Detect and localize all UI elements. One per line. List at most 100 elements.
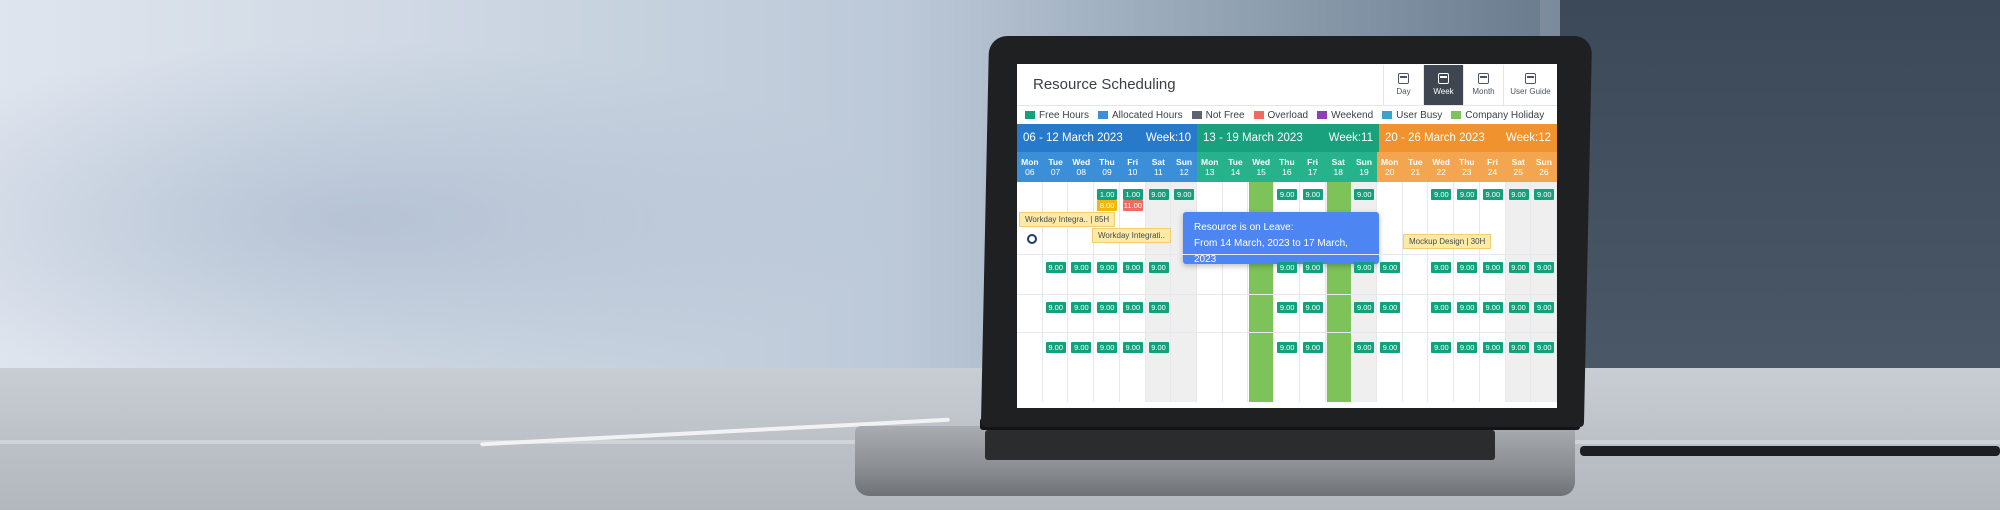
hours-chip[interactable]: 9.00 [1277,342,1298,353]
view-week-button[interactable]: Week [1423,64,1463,105]
day-header[interactable]: Sun 12 [1171,152,1197,182]
day-header[interactable]: Sun 26 [1531,152,1557,182]
hours-chip[interactable]: 9.00 [1277,302,1298,313]
hours-chip[interactable]: 9.00 [1380,262,1400,273]
day-header[interactable]: Tue 14 [1222,152,1249,182]
day-column[interactable] [1145,182,1172,402]
hours-chip[interactable]: 11.00 [1122,200,1143,211]
day-header[interactable]: Wed 08 [1068,152,1095,182]
hours-chip[interactable]: 9.00 [1097,302,1118,313]
hours-chip[interactable]: 9.00 [1534,302,1555,313]
hours-chip[interactable]: 9.00 [1482,189,1503,200]
day-header[interactable]: Fri 24 [1479,152,1506,182]
hours-chip[interactable]: 9.00 [1122,262,1143,273]
day-column[interactable] [1480,182,1506,402]
hours-chip[interactable]: 9.00 [1534,262,1555,273]
hours-chip[interactable]: 9.00 [1380,302,1400,313]
day-header[interactable]: Wed 22 [1428,152,1454,182]
hours-chip[interactable]: 9.00 [1071,342,1092,353]
hours-chip[interactable]: 9.00 [1071,262,1092,273]
hours-chip[interactable]: 9.00 [1148,189,1169,200]
hours-chip[interactable]: 9.00 [1508,189,1529,200]
day-header[interactable]: Sat 18 [1325,152,1352,182]
view-day-button[interactable]: Day [1383,64,1423,105]
hours-chip[interactable]: 9.00 [1482,262,1503,273]
hours-chip[interactable]: 1.00 [1097,189,1118,200]
week-12-header[interactable]: 20 - 26 March 2023 Week:12 [1379,124,1557,152]
view-month-button[interactable]: Month [1463,64,1503,105]
day-header[interactable]: Sun 19 [1351,152,1377,182]
hours-chip[interactable]: 9.00 [1380,342,1400,353]
day-header[interactable]: Tue 07 [1042,152,1069,182]
hours-chip[interactable]: 9.00 [1431,302,1452,313]
user-guide-icon [1525,73,1536,84]
hours-chip[interactable]: 9.00 [1354,302,1375,313]
hours-chip[interactable]: 9.00 [1148,302,1169,313]
day-column[interactable] [1454,182,1480,402]
day-column[interactable] [1120,182,1146,402]
day-header[interactable]: Thu 16 [1274,152,1300,182]
hours-chip[interactable]: 9.00 [1097,262,1118,273]
day-header[interactable]: Mon 13 [1196,152,1223,182]
task-bar[interactable]: Mockup Design | 30H [1403,234,1492,249]
day-name: Tue [1228,156,1243,167]
hours-chip[interactable]: 9.00 [1431,189,1452,200]
hours-chip[interactable]: 9.00 [1122,302,1143,313]
hours-chip[interactable]: 9.00 [1302,262,1323,273]
hours-chip[interactable]: 9.00 [1457,262,1478,273]
hours-chip[interactable]: 9.00 [1277,189,1298,200]
hours-chip[interactable]: 9.00 [1508,262,1529,273]
day-header[interactable]: Thu 23 [1453,152,1480,182]
legend: Free Hours Allocated Hours Not Free Overloa… [1017,106,1557,124]
hours-chip[interactable]: 8.00 [1097,200,1118,211]
hours-chip[interactable]: 9.00 [1534,342,1555,353]
day-header[interactable]: Mon 20 [1376,152,1403,182]
hours-chip[interactable]: 9.00 [1431,262,1452,273]
day-header[interactable]: Sat 25 [1505,152,1532,182]
hours-chip[interactable]: 9.00 [1482,342,1503,353]
settings-icon[interactable] [1027,234,1037,244]
day-header[interactable]: Sat 11 [1145,152,1172,182]
hours-chip[interactable]: 9.00 [1508,302,1529,313]
day-header[interactable]: Fri 17 [1299,152,1326,182]
hours-chip[interactable]: 9.00 [1354,262,1375,273]
hours-chip[interactable]: 9.00 [1457,302,1478,313]
hours-chip[interactable]: 9.00 [1302,302,1323,313]
hours-chip[interactable]: 1.00 [1122,189,1143,200]
day-column[interactable] [1505,182,1532,402]
hours-chip[interactable]: 9.00 [1482,302,1503,313]
hours-chip[interactable]: 9.00 [1354,189,1375,200]
hours-chip[interactable]: 9.00 [1045,342,1066,353]
day-column[interactable] [1403,182,1429,402]
week-11-header[interactable]: 13 - 19 March 2023 Week:11 [1197,124,1379,152]
hours-chip[interactable]: 9.00 [1071,302,1092,313]
hours-chip[interactable]: 9.00 [1457,342,1478,353]
hours-chip[interactable]: 9.00 [1122,342,1143,353]
day-header[interactable]: Mon 06 [1017,152,1043,182]
hours-chip[interactable]: 9.00 [1174,189,1195,200]
hours-chip[interactable]: 9.00 [1534,189,1555,200]
hours-chip[interactable]: 9.00 [1097,342,1118,353]
hours-chip[interactable]: 9.00 [1508,342,1529,353]
day-column[interactable] [1377,182,1403,402]
week-10-header[interactable]: 06 - 12 March 2023 Week:10 [1017,124,1197,152]
day-header[interactable]: Thu 09 [1094,152,1120,182]
hours-chip[interactable]: 9.00 [1354,342,1375,353]
hours-chip[interactable]: 9.00 [1148,262,1169,273]
task-bar[interactable]: Workday Integrati.. [1092,228,1171,243]
hours-chip[interactable]: 9.00 [1045,262,1066,273]
hours-chip[interactable]: 9.00 [1277,262,1298,273]
day-header[interactable]: Fri 10 [1119,152,1146,182]
day-column[interactable] [1428,182,1455,402]
hours-chip[interactable]: 9.00 [1045,302,1066,313]
day-header[interactable]: Tue 21 [1402,152,1429,182]
hours-chip[interactable]: 9.00 [1431,342,1452,353]
hours-chip[interactable]: 9.00 [1302,342,1323,353]
hours-chip[interactable]: 9.00 [1457,189,1478,200]
day-header[interactable]: Wed 15 [1248,152,1275,182]
day-column[interactable] [1531,182,1557,402]
user-guide-button[interactable]: User Guide [1503,64,1557,105]
hours-chip[interactable]: 9.00 [1302,189,1323,200]
task-bar[interactable]: Workday Integra.. | 85H [1019,212,1116,227]
hours-chip[interactable]: 9.00 [1148,342,1169,353]
